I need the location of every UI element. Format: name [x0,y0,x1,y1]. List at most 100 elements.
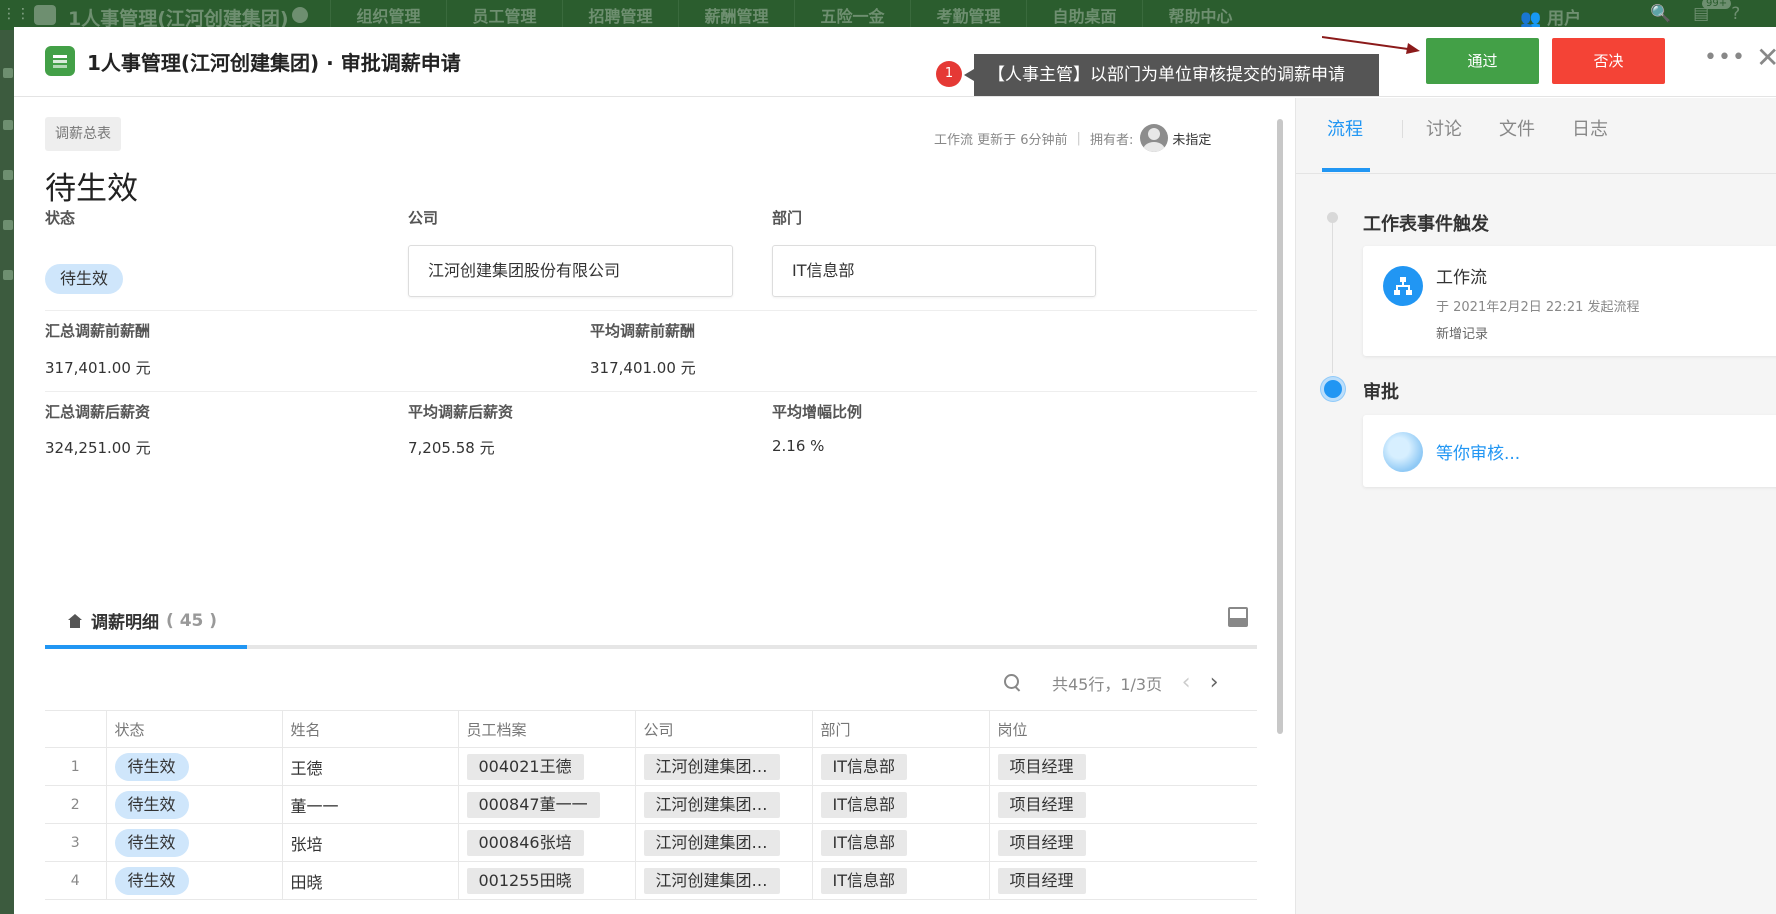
company-field[interactable]: 江河创建集团股份有限公司 [408,245,733,297]
dept-chip[interactable]: IT信息部 [820,867,907,894]
background-sidebar [0,30,15,914]
record-modal: 1人事管理(江河创建集团) · 审批调薪申请 1 【人事主管】以部门为单位审核提… [14,27,1776,914]
tab-process[interactable]: 流程 [1327,115,1363,141]
workflow-side-panel: 流程 讨论 文件 日志 工作表事件触发 工作流 于 2021年2月2日 22:2… [1295,98,1776,914]
dept-field[interactable]: IT信息部 [772,245,1096,297]
total-after-label: 汇总调薪后薪资 [45,403,151,421]
nav-item: 组织管理 [330,0,446,30]
row-number: 1 [45,747,106,786]
employee-file-chip[interactable]: 000846张培 [466,829,584,856]
avg-after-value: 7,205.58 元 [408,439,495,457]
workflow-time: 于 2021年2月2日 22:21 发起流程 [1436,300,1640,315]
avg-rate-label: 平均增幅比例 [772,403,863,421]
notification-badge: 99+ [1702,0,1732,9]
tab-label: 调薪明细 [91,613,159,633]
layout-toggle-icon[interactable] [1228,607,1248,627]
avg-before-label: 平均调薪前薪酬 [590,322,696,340]
background-app-bar: ⋮⋮ 1人事管理(江河创建集团) 组织管理 员工管理 招聘管理 薪酬管理 五险一… [0,0,1776,30]
company-chip[interactable]: 江河创建集团… [643,829,780,856]
search-icon[interactable] [1004,673,1022,692]
sidebar-icon [3,270,13,280]
dept-cell: IT信息部 [811,861,989,900]
scrollbar-thumb[interactable] [1277,119,1283,734]
background-nav: 组织管理 员工管理 招聘管理 薪酬管理 五险一金 考勤管理 自助桌面 帮助中心 [330,0,1258,30]
employee-file-chip[interactable]: 004021王德 [466,753,584,780]
table-header-row: 状态 姓名 员工档案 公司 部门 岗位 [45,710,1257,748]
status-badge: 待生效 [114,790,189,819]
workflow-name: 工作流 [1436,268,1487,288]
sheet-tag[interactable]: 调薪总表 [45,117,121,151]
table-row[interactable]: 1 待生效 王德 004021王德 江河创建集团… IT信息部 项目经理 [45,747,1257,786]
avatar[interactable] [1140,124,1169,152]
approver-avatar-icon [1383,432,1423,472]
tab-active-indicator [1322,168,1370,172]
tab-log[interactable]: 日志 [1572,115,1608,141]
salary-detail-table: 状态 姓名 员工档案 公司 部门 岗位 1 待生效 王德 004021王德 江河… [45,710,1257,900]
close-icon[interactable]: ✕ [1756,41,1776,74]
employee-file-chip[interactable]: 001255田晓 [466,867,584,894]
waiting-card[interactable]: 等你审核... [1363,415,1776,487]
vertical-scrollbar[interactable] [1277,99,1283,914]
dept-chip[interactable]: IT信息部 [820,791,907,818]
post-cell: 项目经理 [988,747,1257,786]
company-chip[interactable]: 江河创建集团… [643,753,780,780]
dept-chip[interactable]: IT信息部 [820,753,907,780]
name-cell: 王德 [281,747,458,786]
column-header[interactable]: 状态 [105,710,282,748]
dept-cell: IT信息部 [811,785,989,824]
avg-rate-value: 2.16 % [772,437,825,455]
total-before-label: 汇总调薪前薪酬 [45,322,151,340]
table-row[interactable]: 2 待生效 董一一 000847董一一 江河创建集团… IT信息部 项目经理 [45,785,1257,824]
status-cell: 待生效 [105,823,282,862]
post-cell: 项目经理 [988,785,1257,824]
nav-item: 员工管理 [446,0,562,30]
avg-after-label: 平均调薪后薪资 [408,403,514,421]
nav-item: 薪酬管理 [678,0,794,30]
workflow-card: 工作流 于 2021年2月2日 22:21 发起流程 新增记录 [1363,246,1776,356]
owner-value[interactable]: 未指定 [1172,129,1211,148]
approve-step-title: 审批 [1363,382,1399,403]
step-hint-tooltip: 【人事主管】以部门为单位审核提交的调薪申请 [964,54,1379,96]
tab-count: ( 45 ) [166,610,218,631]
owner-label: 拥有者: [1089,132,1134,148]
table-row[interactable]: 3 待生效 张培 000846张培 江河创建集团… IT信息部 项目经理 [45,823,1257,862]
column-header[interactable]: 岗位 [988,710,1257,748]
nav-item: 考勤管理 [910,0,1026,30]
tab-salary-detail[interactable]: 调薪明细 ( 45 ) [67,608,217,633]
company-chip[interactable]: 江河创建集团… [643,791,780,818]
pointer-arrow-icon [1322,36,1420,54]
prev-page-icon[interactable]: ‹ [1176,670,1196,695]
reject-button[interactable]: 否决 [1552,38,1665,84]
post-chip[interactable]: 项目经理 [997,791,1086,818]
updated-text: 工作流 更新于 6分钟前 [934,132,1068,148]
app-logo-icon [34,5,56,25]
post-chip[interactable]: 项目经理 [997,753,1086,780]
pager-text: 共45行，1/3页 [1052,674,1163,694]
info-icon [292,7,308,23]
column-header[interactable]: 姓名 [281,710,458,748]
employee-file-chip[interactable]: 000847董一一 [466,791,600,818]
status-badge: 待生效 [114,752,189,781]
company-cell: 江河创建集团… [634,747,812,786]
dept-chip[interactable]: IT信息部 [820,829,907,856]
pass-button[interactable]: 通过 [1426,38,1539,84]
column-header[interactable]: 部门 [811,710,989,748]
company-chip[interactable]: 江河创建集团… [643,867,780,894]
post-chip[interactable]: 项目经理 [997,867,1086,894]
column-header[interactable]: 员工档案 [457,710,635,748]
company-cell: 江河创建集团… [634,785,812,824]
tab-files[interactable]: 文件 [1499,115,1535,141]
table-row[interactable]: 4 待生效 田晓 001255田晓 江河创建集团… IT信息部 项目经理 [45,861,1257,900]
more-options-icon[interactable]: ••• [1704,45,1746,70]
total-after-value: 324,251.00 元 [45,439,151,457]
total-before-value: 317,401.00 元 [45,359,151,377]
tab-discussion[interactable]: 讨论 [1426,115,1462,141]
status-badge: 待生效 [114,828,189,857]
meta-divider: | [1076,130,1081,146]
file-cell: 004021王德 [457,747,635,786]
worksheet-icon [45,46,75,76]
column-header[interactable]: 公司 [634,710,812,748]
next-page-icon[interactable]: › [1204,670,1224,695]
user-label: 用户 [1547,9,1582,29]
post-chip[interactable]: 项目经理 [997,829,1086,856]
